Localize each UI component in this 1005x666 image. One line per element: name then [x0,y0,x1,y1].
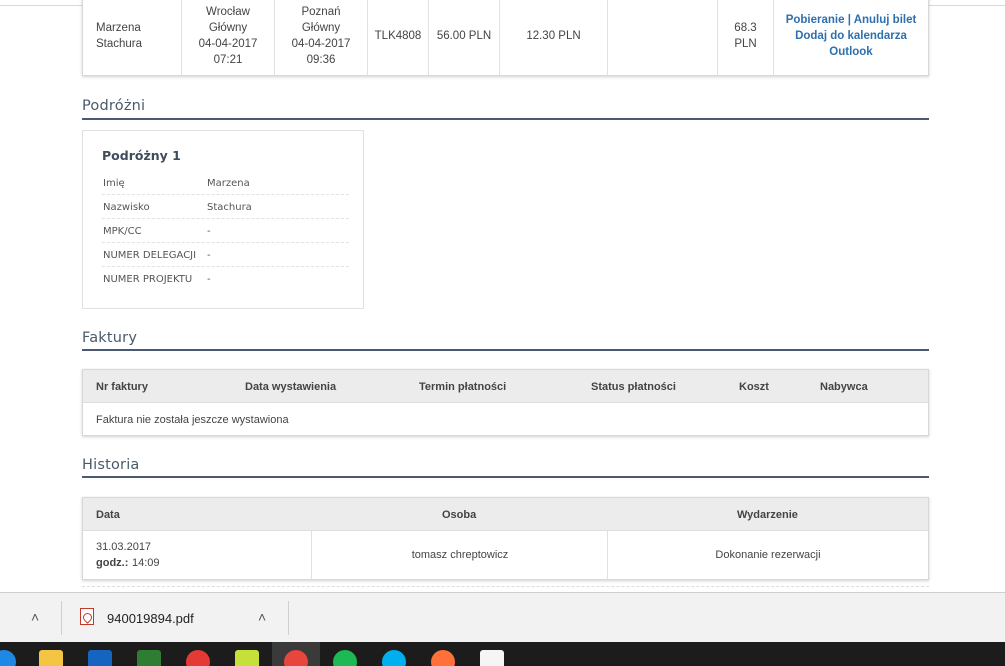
field-value: - [207,250,211,261]
chevron-up-icon[interactable]: ˄ [31,609,39,625]
notes-icon[interactable] [235,650,259,666]
history-date: 31.03.2017 [96,541,152,553]
invoices-table: Nr faktury Data wystawienia Termin płatn… [82,369,929,436]
invoices-section-title: Faktury [82,330,138,346]
download-bar-separator [61,601,62,635]
file-explorer-icon[interactable] [39,650,63,666]
traveler-field-project-number: NUMER PROJEKTU - [102,267,349,291]
windows-taskbar [0,642,1005,666]
downloaded-file-name: 940019894.pdf [107,611,194,626]
link-separator: | [847,14,851,26]
travelers-section-divider [82,118,929,120]
traveler-field-mpk: MPK/CC - [102,219,349,243]
chevron-up-icon[interactable]: ˄ [258,609,266,625]
field-label: NUMER PROJEKTU [103,274,193,285]
history-date-cell: 31.03.2017 godz.: 14:09 [83,531,312,579]
field-label: Imię [103,178,125,189]
field-value: - [207,274,211,285]
download-bar-separator [288,601,289,635]
invoices-empty-row: Faktura nie została jeszcze wystawiona [83,403,928,435]
firefox-icon[interactable] [431,650,455,666]
invoices-empty-message: Faktura nie została jeszcze wystawiona [96,414,289,426]
field-label: MPK/CC [103,226,142,237]
history-event-cell: Dokonanie rezerwacji [608,531,928,579]
ticket-actions: Pobieranie | Anuluj bilet Dodaj do kalen… [774,0,928,75]
ticket-train: TLK4808 [368,0,429,75]
browser-page: Marzena Stachura Wrocław Główny 04-04-20… [0,0,1005,592]
excel-icon[interactable] [137,650,161,666]
download-bar: ˄ 940019894.pdf ˄ [0,592,1005,642]
field-value: - [207,226,211,237]
ticket-extra [608,0,718,75]
photos-icon[interactable] [480,650,504,666]
history-table: Data Osoba Wydarzenie 31.03.2017 godz.: … [82,497,929,580]
field-label: NUMER DELEGACJI [103,250,197,261]
history-time-label: godz.: [96,557,129,569]
column-header: Status płatności [591,381,676,393]
column-header: Wydarzenie [737,509,798,521]
traveler-card-title: Podróżny 1 [102,148,181,163]
history-section-divider [82,476,929,478]
ticket-passenger: Marzena Stachura [83,0,182,75]
cancel-ticket-link[interactable]: Anuluj bilet [854,14,917,26]
column-header: Data wystawienia [245,381,337,393]
traveler-field-last-name: Nazwisko Stachura [102,195,349,219]
pdf-file-icon [80,608,94,625]
history-person-cell: tomasz chreptowicz [312,531,608,579]
column-header: Osoba [442,509,477,521]
downloaded-file-item[interactable]: 940019894.pdf ˄ [78,604,290,632]
ticket-fee: 12.30 PLN [500,0,608,75]
traveler-field-delegation-number: NUMER DELEGACJI - [102,243,349,267]
bottom-divider [82,586,929,587]
column-header: Data [96,509,120,521]
column-header: Nabywca [820,381,868,393]
history-time: 14:09 [132,557,160,569]
edge-icon[interactable] [0,650,16,666]
skype-icon[interactable] [382,650,406,666]
field-value: Stachura [207,202,252,213]
ticket-price: 56.00 PLN [429,0,500,75]
column-header: Termin płatności [419,381,507,393]
ticket-total: 68.3 PLN [718,0,774,75]
field-label: Nazwisko [103,202,150,213]
history-event: Dokonanie rezerwacji [715,549,821,561]
download-ticket-link[interactable]: Pobieranie [786,14,845,26]
sun-app-icon[interactable] [186,650,210,666]
travelers-section-title: Podróżni [82,98,146,114]
field-value: Marzena [207,178,250,189]
ticket-arrival: Poznań Główny 04-04-2017 09:36 [275,0,368,75]
history-section-title: Historia [82,457,140,473]
invoices-section-divider [82,349,929,351]
traveler-card: Podróżny 1 Imię Marzena Nazwisko Stachur… [82,130,364,309]
table-row: 31.03.2017 godz.: 14:09 tomasz chreptowi… [83,531,928,579]
add-to-calendar-link[interactable]: Dodaj do kalendarza Outlook [792,28,910,60]
ticket-departure: Wrocław Główny 04-04-2017 07:21 [182,0,275,75]
spotify-icon[interactable] [333,650,357,666]
column-header: Koszt [739,381,769,393]
outlook-icon[interactable] [88,650,112,666]
ticket-table-row: Marzena Stachura Wrocław Główny 04-04-20… [82,0,929,76]
column-header: Nr faktury [96,381,148,393]
history-person: tomasz chreptowicz [411,549,509,561]
traveler-field-first-name: Imię Marzena [102,171,349,195]
invoices-table-header: Nr faktury Data wystawienia Termin płatn… [83,370,928,403]
history-table-header: Data Osoba Wydarzenie [83,498,928,531]
